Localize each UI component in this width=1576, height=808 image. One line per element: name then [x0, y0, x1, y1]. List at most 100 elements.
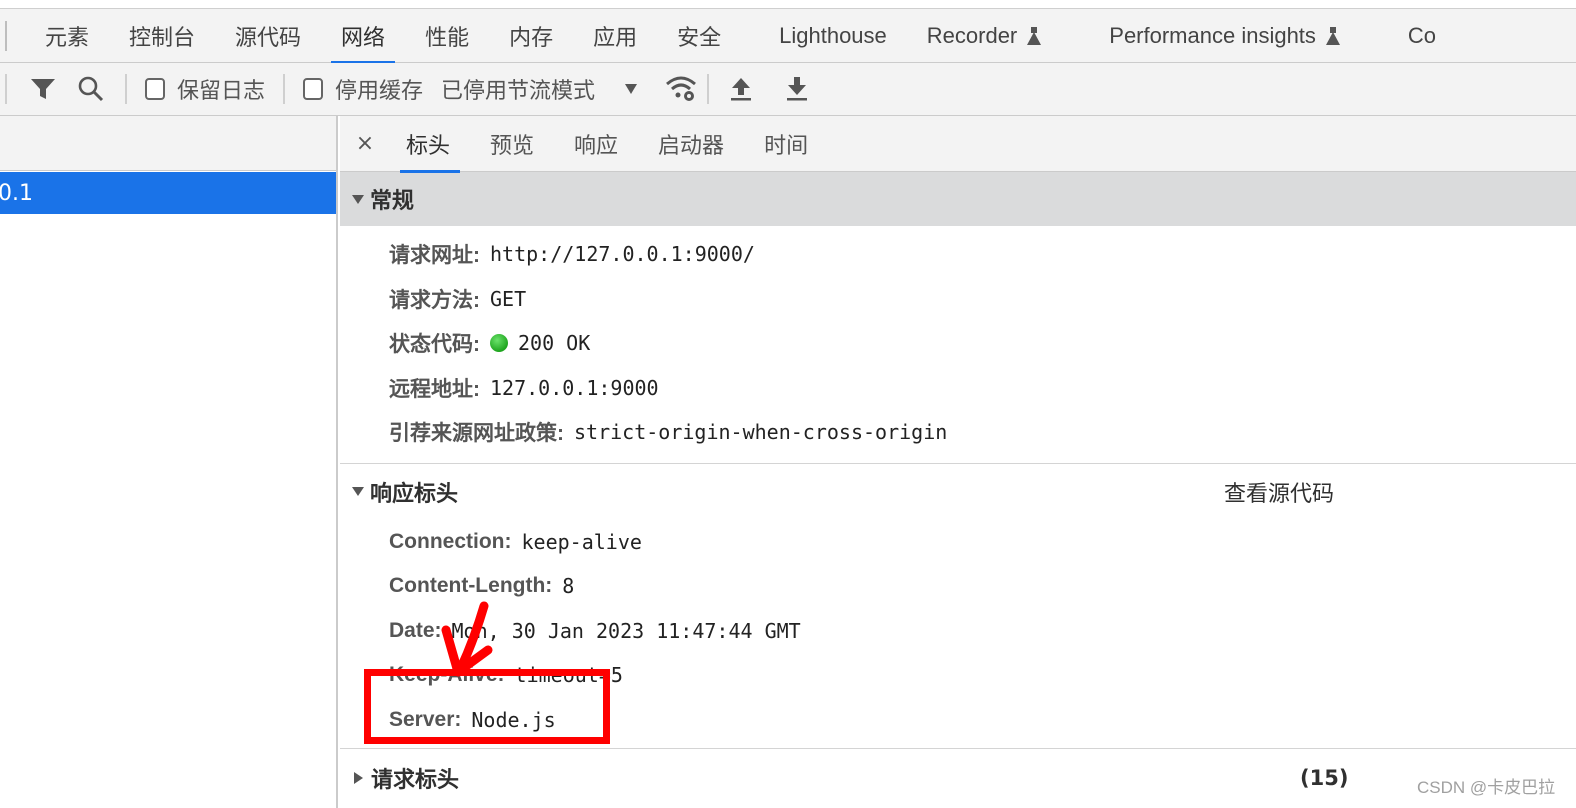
view-source-link[interactable]: 查看源代码	[1224, 464, 1334, 520]
header-name: 引荐来源网址政策:	[389, 422, 564, 446]
tab-performance[interactable]: 性能	[405, 9, 489, 63]
subtab-headers[interactable]: 标头	[390, 116, 470, 173]
tab-sources[interactable]: 源代码	[215, 9, 321, 63]
disable-cache-label: 停用缓存	[335, 79, 424, 104]
request-headers-toggle[interactable]: 请求标头 (15)	[340, 749, 1576, 807]
checkbox-box[interactable]	[303, 78, 324, 100]
export-har-icon[interactable]	[777, 69, 817, 109]
filter-icon[interactable]	[23, 69, 63, 109]
triangle-right-icon	[354, 772, 363, 784]
request-list-pane: 0.1	[0, 116, 338, 808]
preserve-log-label: 保留日志	[177, 79, 266, 104]
header-value[interactable]: 8	[562, 574, 574, 598]
tab-label: 安全	[677, 25, 722, 51]
general-row-request-method: 请求方法: GET	[340, 277, 1576, 322]
header-value[interactable]: GET	[490, 287, 526, 311]
watermark: CSDN @卡皮巴拉	[1417, 778, 1556, 797]
subtab-label: 启动器	[658, 133, 725, 159]
response-headers-toggle[interactable]: 响应标头 查看源代码	[340, 464, 1576, 520]
search-icon[interactable]	[71, 69, 111, 109]
subtab-preview[interactable]: 预览	[470, 116, 554, 172]
tab-label: Performance insights	[1109, 22, 1316, 48]
toolbar-separator	[125, 74, 127, 104]
tab-lighthouse[interactable]: Lighthouse	[759, 9, 907, 63]
header-name: 请求网址:	[389, 244, 480, 268]
general-row-request-url: 请求网址: http://127.0.0.1:9000/	[340, 232, 1576, 277]
request-headers-count: (15)	[1300, 766, 1349, 790]
header-value[interactable]: Node.js	[471, 708, 555, 732]
subtab-initiator[interactable]: 启动器	[638, 116, 744, 172]
tab-label: Co	[1407, 22, 1437, 48]
network-conditions-icon[interactable]	[661, 69, 701, 109]
general-row-status-code: 状态代码: 200 OK	[340, 321, 1576, 366]
header-value[interactable]: Mon, 30 Jan 2023 11:47:44 GMT	[452, 619, 801, 643]
response-headers-list: Connection: keep-alive Content-Length: 8…	[340, 520, 1576, 743]
request-list-header	[0, 116, 336, 171]
triangle-down-icon	[352, 487, 364, 496]
toolbar-separator	[5, 74, 7, 104]
tab-label: 应用	[593, 25, 638, 51]
response-header-row: Content-Length: 8	[340, 564, 1576, 609]
subtab-response[interactable]: 响应	[554, 116, 638, 172]
tab-security[interactable]: 安全	[657, 9, 741, 63]
header-name: Connection:	[389, 529, 512, 553]
tab-performance-insights[interactable]: Performance insights	[1089, 9, 1360, 63]
import-har-icon[interactable]	[721, 69, 761, 109]
tab-application[interactable]: 应用	[573, 9, 657, 63]
response-header-row: Date: Mon, 30 Jan 2023 11:47:44 GMT	[340, 609, 1576, 654]
general-section-toggle[interactable]: 常规	[340, 172, 1576, 226]
response-header-row-server: Server: Node.js	[340, 698, 1576, 743]
subtab-label: 响应	[574, 133, 619, 159]
subtab-label: 标头	[406, 133, 451, 159]
throttling-select[interactable]: 已停用节流模式	[441, 73, 638, 105]
header-value[interactable]: 127.0.0.1:9000	[490, 376, 659, 400]
general-list: 请求网址: http://127.0.0.1:9000/ 请求方法: GET 状…	[340, 226, 1576, 455]
response-headers-title: 响应标头	[370, 481, 459, 507]
tab-label: Lighthouse	[779, 22, 887, 48]
status-text: 200 OK	[518, 331, 591, 356]
experiment-flask-icon	[1325, 26, 1340, 45]
tab-console[interactable]: 控制台	[109, 9, 215, 63]
subtab-label: 预览	[490, 133, 535, 159]
devtools-main-tabbar: 元素 控制台 源代码 网络 性能 内存 应用 安全 Lighthouse Rec…	[0, 9, 1576, 64]
general-row-referrer-policy: 引荐来源网址政策: strict-origin-when-cross-origi…	[340, 410, 1576, 455]
request-headers-title: 请求标头	[371, 768, 460, 793]
response-header-row: Connection: keep-alive	[340, 520, 1576, 565]
header-value[interactable]: strict-origin-when-cross-origin	[574, 420, 947, 444]
tabbar-separator	[5, 20, 7, 51]
tab-label: 性能	[425, 25, 470, 51]
preserve-log-checkbox[interactable]: 保留日志	[145, 73, 265, 105]
header-value[interactable]: keep-alive	[521, 530, 641, 554]
header-name: Date:	[389, 618, 442, 642]
tab-memory[interactable]: 内存	[489, 9, 573, 63]
tab-network[interactable]: 网络	[321, 9, 405, 64]
header-name: Server:	[389, 707, 462, 731]
tab-overflow[interactable]: Co	[1388, 9, 1456, 63]
tab-label: 控制台	[129, 25, 196, 51]
header-name: Keep-Alive:	[389, 663, 505, 687]
tab-recorder[interactable]: Recorder	[907, 9, 1061, 63]
general-row-remote-address: 远程地址: 127.0.0.1:9000	[340, 366, 1576, 411]
header-name: Content-Length:	[389, 574, 553, 598]
header-name: 请求方法:	[389, 288, 480, 312]
close-icon[interactable]: ×	[340, 131, 390, 156]
request-row-selected[interactable]: 0.1	[0, 172, 336, 214]
subtab-timing[interactable]: 时间	[744, 116, 828, 172]
disable-cache-checkbox[interactable]: 停用缓存	[303, 73, 423, 105]
header-value[interactable]: http://127.0.0.1:9000/	[490, 242, 755, 266]
header-value[interactable]: 200 OK	[490, 331, 590, 355]
tab-label: 元素	[45, 25, 90, 51]
general-section-title: 常规	[370, 189, 415, 214]
tab-elements[interactable]: 元素	[25, 9, 109, 63]
toolbar-separator	[707, 74, 710, 104]
checkbox-box[interactable]	[145, 78, 165, 100]
detail-subtabs: × 标头 预览 响应 启动器 时间	[340, 116, 1576, 173]
response-header-row: Keep-Alive: timeout=5	[340, 653, 1576, 698]
request-detail-pane: × 标头 预览 响应 启动器 时间 常规 请求网址: http://127.0.…	[340, 116, 1576, 808]
tab-label: 网络	[341, 25, 386, 51]
experiment-flask-icon	[1027, 26, 1042, 45]
triangle-down-icon	[352, 194, 364, 204]
throttling-value: 已停用节流模式	[441, 79, 596, 104]
tab-label: Recorder	[926, 22, 1018, 48]
header-value[interactable]: timeout=5	[515, 663, 623, 687]
